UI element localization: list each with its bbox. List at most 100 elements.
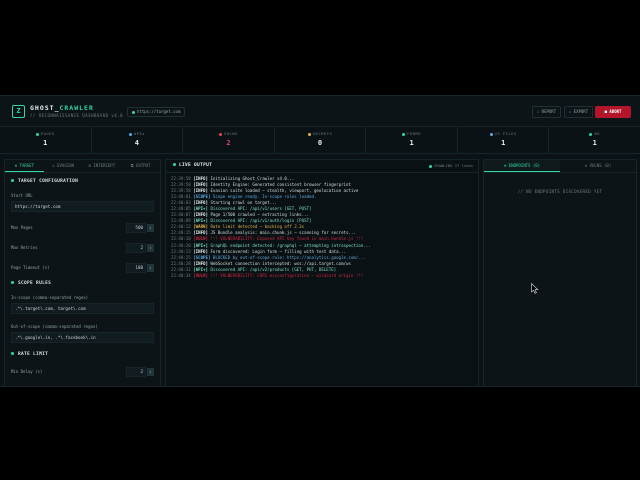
log-level-tag: [INFO]: [193, 182, 208, 188]
log-message: GraphQL endpoint detected: /graphql — at…: [210, 242, 371, 248]
page-timeout-stepper[interactable]: ⇕: [147, 263, 154, 272]
stat-value: 1: [43, 139, 48, 147]
min-delay-label: Min Delay (s): [11, 369, 43, 374]
log-timestamp: 22:40:01: [171, 194, 191, 200]
max-pages-row: Max Pages 500 ⇕: [11, 222, 154, 233]
stat-label: FORMS: [366, 131, 457, 136]
log-timestamp: 22:39:58: [171, 188, 191, 194]
min-delay-input[interactable]: 2: [126, 366, 146, 377]
stat-forms: FORMS 1: [366, 127, 458, 153]
log-message: Discovered API: /api/v2/products [GET, P…: [210, 266, 337, 272]
in-scope-label: In-scope (comma-separated regex): [11, 295, 89, 300]
log-timestamp: 22:40:18: [171, 236, 191, 242]
stat-label-text: JS FILES: [494, 131, 517, 136]
log-level-tag: [VULN]: [193, 236, 208, 242]
stat-label: PAGES: [0, 131, 91, 136]
status-dot-icon: [429, 164, 433, 168]
tab-vulns[interactable]: ⊘ VULNS (0): [560, 160, 636, 172]
log-level-tag: [INFO]: [193, 188, 208, 194]
max-retries-stepper[interactable]: ⇕: [147, 243, 154, 252]
stat-dot-icon: [589, 132, 593, 136]
log-message: Evasion suite loaded — stealth, viewport…: [210, 188, 359, 194]
stat-dot-icon: [128, 132, 132, 136]
log-timestamp: 22:40:12: [171, 224, 191, 230]
report-button[interactable]: ⇩ REPORT: [532, 106, 561, 118]
log-level-tag: [API+]: [193, 242, 208, 248]
stat-value: 1: [409, 139, 414, 147]
app-title-part-b: CRAWLER: [59, 104, 94, 112]
max-retries-input[interactable]: 2: [126, 242, 146, 253]
stat-label-text: PAGES: [40, 131, 55, 136]
live-output-header: LIVE OUTPUT CRAWLING 17 lines: [166, 160, 478, 173]
stat-label-text: SECRETS: [312, 131, 333, 136]
log-level-tag: [API+]: [193, 266, 208, 272]
stat-label: SECRETS: [275, 131, 366, 136]
min-delay-stepper[interactable]: ⇕: [147, 367, 154, 376]
out-scope-input[interactable]: .*\.google\.in, .*\.facebook\.in: [11, 332, 154, 343]
log-message: Form discovered: Login form — filling wi…: [210, 248, 347, 254]
empty-endpoints-message: // NO ENDPOINTS DISCOVERED YET: [517, 189, 603, 194]
log-message: !!! VULNERABILITY: Exposed API key found…: [210, 236, 364, 242]
log-timestamp: 22:39:58: [171, 182, 191, 188]
section-scope-rules: SCOPE RULES: [11, 281, 160, 286]
crawl-status: CRAWLING 17 lines: [429, 160, 473, 172]
tab-target[interactable]: ⊕ TARGET: [5, 160, 44, 172]
max-pages-input[interactable]: 500: [126, 222, 146, 233]
abort-button[interactable]: ■ ABORT: [595, 106, 631, 118]
tab-evasion[interactable]: ◇ EVASION: [44, 160, 83, 172]
section-dot-icon: [11, 352, 14, 355]
stat-apis: APIs 4: [92, 127, 184, 153]
stat-label-text: WS: [594, 131, 601, 136]
log-message: BLOCKED by out-of-scope rule: https://an…: [212, 254, 366, 260]
log-level-tag: [INFO]: [193, 260, 208, 266]
app-title: GHOST_CRAWLER: [30, 104, 94, 112]
log-timestamp: 22:40:23: [171, 248, 191, 254]
tab-output[interactable]: ⧉ OUTPUT: [121, 160, 160, 172]
log-list[interactable]: 22:39:58 [INFO] Initializing Ghost_Crawl…: [166, 173, 478, 279]
live-dot-icon: [173, 163, 176, 166]
log-level-tag: [SCOPE]: [193, 194, 211, 200]
section-target-configuration: TARGET CONFIGURATION: [11, 179, 160, 184]
results-tabs: ⊕ ENDPOINTS (0) ⊘ VULNS (0): [484, 160, 636, 173]
log-timestamp: 22:40:34: [171, 272, 191, 278]
log-level-tag: [INFO]: [193, 200, 208, 206]
stat-dot-icon: [35, 132, 39, 136]
stat-pages: PAGES 1: [0, 127, 92, 153]
start-url-input[interactable]: https://target.com: [11, 201, 154, 212]
log-message: Discovered API: /api/v1/users [GET, POST…: [210, 206, 312, 212]
log-message: Page 1/500 crawled — extracting links...: [210, 212, 310, 218]
log-timestamp: 22:40:20: [171, 242, 191, 248]
max-pages-stepper[interactable]: ⇕: [147, 223, 154, 232]
target-url-pill: https://target.com: [127, 107, 186, 117]
out-scope-label: Out-of-scope (comma-separated regex): [11, 324, 98, 329]
tab-endpoints[interactable]: ⊕ ENDPOINTS (0): [484, 160, 560, 172]
tab-intercept[interactable]: ⊞ INTERCEPT: [83, 160, 122, 172]
start-url-label: Start URL: [11, 193, 33, 198]
page-timeout-input[interactable]: 180: [126, 262, 146, 273]
log-timestamp: 22:40:31: [171, 266, 191, 272]
section-title: TARGET CONFIGURATION: [18, 179, 79, 184]
mouse-cursor-icon: [531, 283, 539, 294]
log-message: Scope engine ready. In-scope rules loade…: [212, 194, 317, 200]
log-timestamp: 22:40:03: [171, 200, 191, 206]
stat-label-text: APIs: [133, 131, 145, 136]
log-level-tag: [INFO]: [193, 248, 208, 254]
crawler-dashboard: Z GHOST_CRAWLER // RECONNAISSANCE DASHBO…: [0, 95, 640, 387]
stat-vulns: VULNS 2: [183, 127, 275, 153]
stat-dot-icon: [307, 132, 311, 136]
stat-ws: WS 1: [549, 127, 640, 153]
export-button[interactable]: ⇩ EXPORT: [564, 106, 593, 118]
app-subtitle: // RECONNAISSANCE DASHBOARD v4.0: [30, 113, 124, 118]
log-message: JS Bundle analysis: main.chunk.js — scan…: [210, 230, 356, 236]
section-dot-icon: [11, 179, 14, 182]
stat-dot-icon: [402, 132, 406, 136]
log-timestamp: 22:40:05: [171, 206, 191, 212]
in-scope-input[interactable]: .*\.target\.com, target\.com: [11, 303, 154, 314]
section-dot-icon: [11, 281, 14, 284]
config-tabs: ⊕ TARGET ◇ EVASION ⊞ INTERCEPT ⧉ OUTPUT: [5, 160, 160, 173]
page-timeout-row: Page Timeout (s) 180 ⇕: [11, 262, 154, 273]
log-level-tag: [SCOPE]: [193, 254, 211, 260]
stats-bar: PAGES 1 APIs 4 VULNS 2 SECRETS 0 FORMS 1 JS FILES 1…: [0, 127, 640, 154]
stat-secrets: SECRETS 0: [275, 127, 367, 153]
log-message: Initializing Ghost_Crawler v4.0...: [210, 176, 295, 181]
